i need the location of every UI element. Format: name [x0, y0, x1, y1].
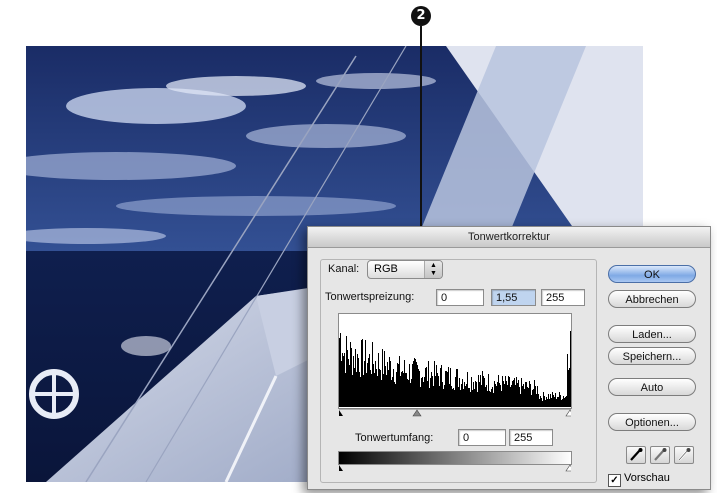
updown-arrows-icon: ▲ ▼ [424, 261, 442, 278]
output-levels-label: Tonwertumfang: [355, 432, 434, 444]
histogram [338, 313, 572, 409]
black-eyedropper-icon[interactable] [626, 446, 646, 464]
white-point-slider[interactable] [565, 409, 571, 417]
levels-dialog: Tonwertkorrektur Kanal: RGB ▲ ▼ Tonwertsp… [307, 226, 711, 490]
channel-value: RGB [374, 263, 398, 275]
channel-label: Kanal: [328, 263, 360, 275]
output-black-slider[interactable] [339, 465, 343, 471]
preview-checkbox[interactable]: ✓ Vorschau [608, 472, 670, 487]
ok-button[interactable]: OK [608, 265, 696, 283]
input-black-field[interactable]: 0 [436, 289, 484, 306]
checkmark-icon: ✓ [608, 474, 621, 487]
input-levels-label: Tonwertspreizung: [325, 291, 415, 303]
cancel-button[interactable]: Abbrechen [608, 290, 696, 308]
input-white-field[interactable]: 255 [541, 289, 585, 306]
gray-eyedropper-icon[interactable] [650, 446, 670, 464]
output-white-field[interactable]: 255 [509, 429, 553, 446]
preview-label: Vorschau [624, 472, 670, 484]
load-button[interactable]: Laden... [608, 325, 696, 343]
black-point-slider[interactable] [339, 410, 343, 416]
output-white-slider[interactable] [565, 464, 571, 472]
output-slider-track [339, 464, 571, 472]
save-button[interactable]: Speichern... [608, 347, 696, 365]
output-gradient-bar [338, 451, 572, 465]
dialog-title: Tonwertkorrektur [308, 227, 710, 248]
callout-number: 2 [411, 6, 431, 26]
channel-select[interactable]: RGB ▲ ▼ [367, 260, 443, 279]
options-button[interactable]: Optionen... [608, 413, 696, 431]
auto-button[interactable]: Auto [608, 378, 696, 396]
white-eyedropper-icon[interactable] [674, 446, 694, 464]
input-gamma-field[interactable]: 1,55 [491, 289, 536, 306]
output-black-field[interactable]: 0 [458, 429, 506, 446]
gamma-slider[interactable] [412, 409, 422, 417]
input-slider-track [339, 408, 571, 417]
